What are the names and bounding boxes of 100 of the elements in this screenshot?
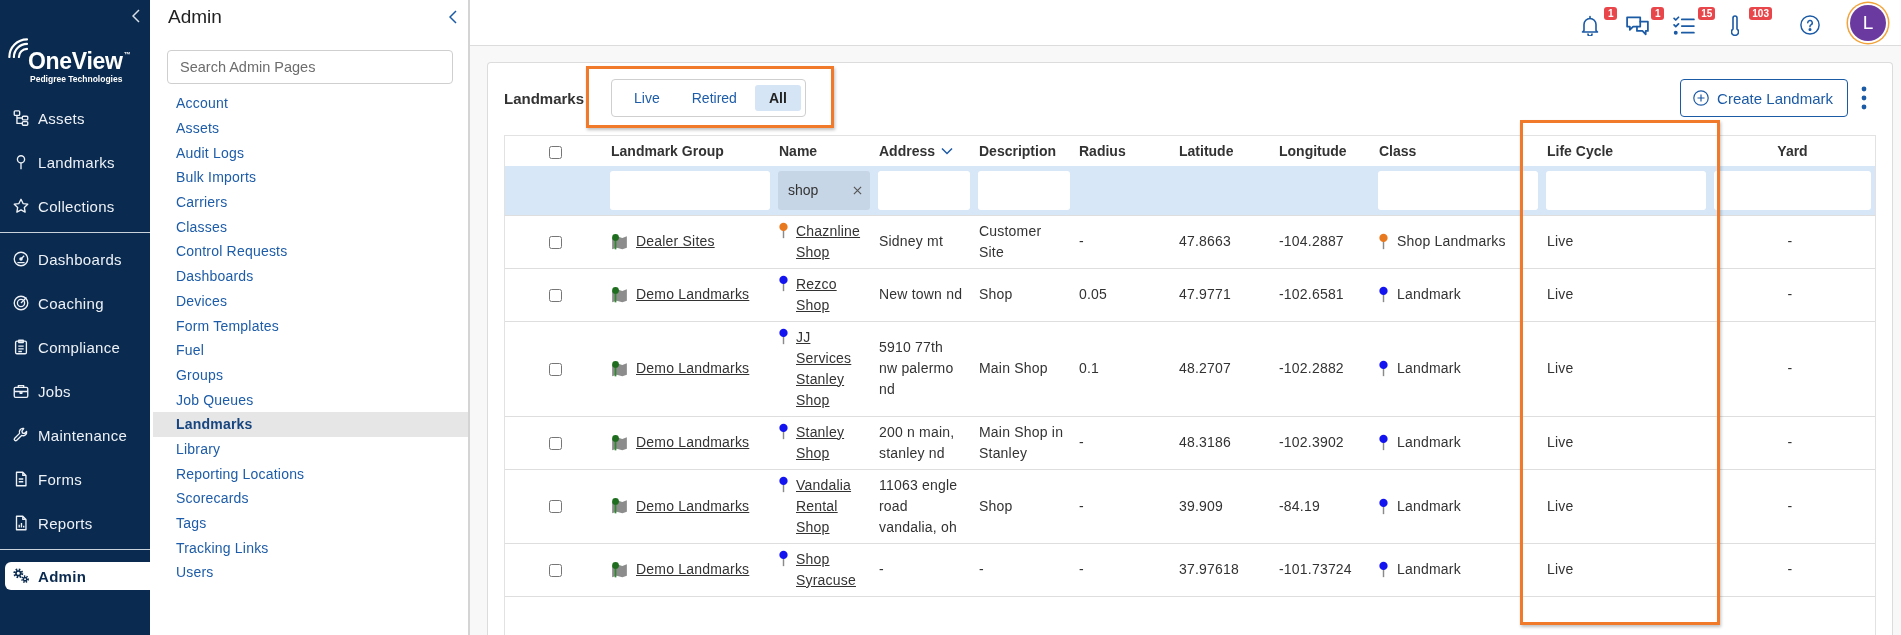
panel-title: Admin [168, 6, 222, 28]
description-text: - [979, 561, 984, 577]
admin-menu-item[interactable]: Account [153, 91, 468, 116]
nav-item[interactable]: Assets [0, 96, 150, 140]
column-header[interactable]: Yard [1777, 143, 1808, 159]
row-checkbox[interactable] [549, 288, 562, 302]
view-tab[interactable]: Live [620, 85, 674, 111]
admin-menu-item[interactable]: Tags [153, 510, 468, 536]
nav-item[interactable]: Forms [0, 457, 150, 501]
latitude-value: 39.909 [1179, 497, 1224, 514]
count-badge: 1 [1651, 6, 1665, 20]
landmark-group-link[interactable]: Demo Landmarks [636, 432, 750, 453]
filter-field[interactable] [1378, 170, 1538, 210]
admin-menu-item[interactable]: Bulk Imports [153, 165, 468, 190]
life-cycle-status: Live [1547, 497, 1574, 514]
admin-menu-item[interactable]: Landmarks [153, 411, 468, 437]
admin-menu-item[interactable]: Devices [153, 288, 468, 314]
nav-item[interactable]: Jobs [0, 369, 150, 413]
nav-item[interactable]: Dashboards [0, 237, 150, 281]
admin-menu-item[interactable]: Dashboards [153, 263, 468, 289]
row-checkbox[interactable] [549, 235, 562, 249]
column-header[interactable]: Landmark Group [611, 143, 724, 159]
filter-field[interactable] [978, 170, 1070, 210]
target-icon [12, 294, 30, 312]
admin-menu-item[interactable]: Assets [153, 115, 468, 141]
collapse-sidebar-button[interactable] [130, 8, 142, 24]
admin-menu-item[interactable]: Reporting Locations [153, 461, 468, 486]
landmark-group-link[interactable]: Dealer Sites [636, 231, 715, 252]
column-header[interactable]: Address [879, 143, 936, 159]
landmark-group-link[interactable]: Demo Landmarks [636, 495, 750, 517]
toolbar-button[interactable]: 1 [1578, 5, 1618, 40]
admin-menu-item[interactable]: Fuel [153, 337, 468, 363]
landmark-name-link[interactable]: Stanley Shop [796, 421, 864, 464]
toolbar-button[interactable]: 15 [1672, 5, 1716, 40]
nav-item[interactable]: Maintenance [0, 413, 150, 457]
toolbar-button[interactable]: 1 [1625, 5, 1665, 40]
filter-input[interactable]: shop [788, 180, 853, 201]
select-all-checkbox[interactable] [549, 145, 562, 159]
description-text: Main Shop [979, 360, 1048, 376]
row-checkbox[interactable] [549, 362, 562, 376]
view-tab[interactable]: All [754, 85, 801, 111]
admin-menu-item[interactable]: Groups [153, 362, 468, 388]
nav-item[interactable]: Compliance [0, 325, 150, 369]
toolbar-button[interactable]: 103 [1723, 5, 1772, 40]
chevron-down-icon[interactable] [941, 147, 954, 155]
admin-menu-item[interactable]: Scorecards [153, 486, 468, 511]
help-icon [1800, 14, 1820, 35]
admin-menu-item[interactable]: Job Queues [153, 387, 468, 412]
column-header[interactable]: Longitude [1279, 143, 1347, 159]
map-pin-icon [611, 360, 628, 377]
admin-menu-item[interactable]: Control Requests [153, 239, 468, 264]
landmark-name-link[interactable]: JJ Services Stanley Shop [796, 326, 864, 411]
nav-item[interactable]: Admin [5, 562, 150, 590]
row-checkbox[interactable] [549, 436, 562, 450]
create-landmark-button[interactable]: Create Landmark [1680, 79, 1848, 117]
nav-item[interactable]: Coaching [0, 281, 150, 325]
nav-item[interactable]: Collections [0, 184, 150, 228]
nav-item[interactable]: Landmarks [0, 140, 150, 184]
column-header[interactable]: Description [979, 143, 1056, 159]
admin-menu-item[interactable]: Audit Logs [153, 140, 468, 166]
admin-menu-item[interactable]: Carriers [153, 189, 468, 215]
row-checkbox[interactable] [549, 563, 562, 577]
landmark-name-link[interactable]: Rezco Shop [796, 273, 864, 316]
logo-wordmark: OneView$^{™}$ [28, 48, 131, 74]
row-checkbox[interactable] [549, 500, 562, 514]
chevron-left-icon [132, 9, 140, 23]
admin-menu-item[interactable]: Classes [153, 214, 468, 240]
landmark-group-link[interactable]: Demo Landmarks [636, 559, 750, 580]
star-icon [12, 197, 30, 215]
view-tab[interactable]: Retired [677, 85, 751, 111]
landmark-name-link[interactable]: Chaznline Shop [796, 220, 864, 263]
column-header[interactable]: Latitude [1179, 143, 1234, 159]
landmark-group-link[interactable]: Demo Landmarks [636, 284, 750, 305]
nav-item[interactable]: Reports [0, 501, 150, 545]
filter-field[interactable] [878, 170, 970, 210]
user-avatar[interactable]: L [1850, 4, 1886, 41]
column-header[interactable]: Name [779, 143, 818, 159]
longitude-value: -101.73724 [1279, 561, 1352, 577]
column-header[interactable]: Class [1379, 143, 1417, 159]
search-field[interactable]: Search Admin Pages [167, 50, 453, 84]
landmark-name-link[interactable]: Vandalia Rental Shop [796, 474, 864, 538]
admin-menu-item[interactable]: Users [153, 560, 468, 585]
admin-menu-item[interactable]: Library [153, 436, 468, 462]
filter-field[interactable] [1714, 170, 1871, 210]
column-header[interactable]: Radius [1079, 143, 1126, 159]
landmark-name-link[interactable]: Shop Syracuse [796, 548, 864, 591]
admin-menu-item[interactable]: Tracking Links [153, 535, 468, 561]
column-header[interactable]: Life Cycle [1547, 143, 1614, 159]
wrench-icon [12, 426, 30, 444]
filter-field[interactable] [610, 170, 770, 210]
collapse-panel-button[interactable] [447, 9, 459, 25]
close-icon[interactable] [853, 185, 862, 195]
filter-field[interactable]: shop [778, 170, 870, 210]
radius-value: 0.05 [1079, 286, 1108, 302]
admin-menu-item[interactable]: Form Templates [153, 313, 468, 338]
yard-value: - [1787, 561, 1793, 577]
life-cycle-status: Live [1547, 286, 1574, 302]
filter-field[interactable] [1546, 170, 1706, 210]
landmark-group-link[interactable]: Demo Landmarks [636, 358, 750, 379]
description-text: Main Shop in Stanley [979, 423, 1064, 461]
